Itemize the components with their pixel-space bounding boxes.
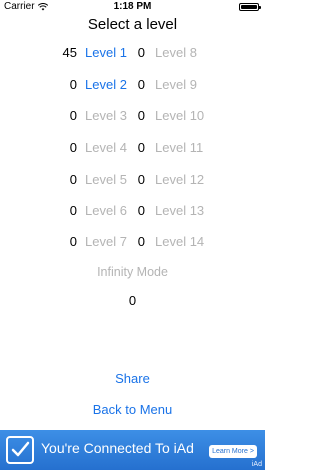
infinity-mode-score: 0	[128, 293, 137, 308]
level-3-button[interactable]: Level 3	[85, 108, 127, 123]
back-to-menu-button[interactable]: Back to Menu	[0, 402, 265, 417]
level-7-button[interactable]: Level 7	[85, 234, 127, 249]
level-row: 0 Level 4 0 Level 11	[0, 140, 265, 160]
level-14-button[interactable]: Level 14	[155, 234, 204, 249]
level-4-score: 0	[69, 140, 77, 155]
level-1-score: 45	[62, 45, 77, 60]
level-8-button[interactable]: Level 8	[155, 45, 197, 60]
iad-label: iAd	[251, 461, 262, 468]
level-8-score: 0	[137, 45, 145, 60]
level-5-button[interactable]: Level 5	[85, 172, 127, 187]
level-11-score: 0	[137, 140, 145, 155]
clock: 1:18 PM	[113, 1, 152, 12]
level-9-score: 0	[137, 77, 145, 92]
share-button[interactable]: Share	[0, 371, 265, 386]
level-12-button[interactable]: Level 12	[155, 172, 204, 187]
page-title: Select a level	[87, 16, 178, 33]
level-14-score: 0	[137, 234, 145, 249]
level-13-button[interactable]: Level 13	[155, 203, 204, 218]
level-10-button[interactable]: Level 10	[155, 108, 204, 123]
learn-more-button[interactable]: Learn More >	[209, 445, 257, 458]
level-row: 0 Level 2 0 Level 9	[0, 77, 265, 97]
level-12-score: 0	[137, 172, 145, 187]
level-1-button[interactable]: Level 1	[85, 45, 127, 60]
level-row: 45 Level 1 0 Level 8	[0, 45, 265, 65]
level-row: 0 Level 5 0 Level 12	[0, 172, 265, 192]
level-6-button[interactable]: Level 6	[85, 203, 127, 218]
status-bar: Carrier 1:18 PM	[0, 0, 265, 14]
level-6-score: 0	[69, 203, 77, 218]
battery-icon	[239, 3, 261, 11]
level-10-score: 0	[137, 108, 145, 123]
infinity-mode-button[interactable]: Infinity Mode	[0, 265, 265, 279]
level-4-button[interactable]: Level 4	[85, 140, 127, 155]
level-7-score: 0	[69, 234, 77, 249]
level-row: 0 Level 7 0 Level 14	[0, 234, 265, 254]
level-2-button[interactable]: Level 2	[85, 77, 127, 92]
level-13-score: 0	[137, 203, 145, 218]
level-2-score: 0	[69, 77, 77, 92]
iad-banner[interactable]: You're Connected To iAd Learn More > iAd	[0, 430, 265, 470]
level-9-button[interactable]: Level 9	[155, 77, 197, 92]
level-row: 0 Level 3 0 Level 10	[0, 108, 265, 128]
level-11-button[interactable]: Level 11	[155, 140, 203, 155]
ad-text: You're Connected To iAd	[41, 440, 194, 456]
level-5-score: 0	[69, 172, 77, 187]
level-row: 0 Level 6 0 Level 13	[0, 203, 265, 223]
checkmark-icon	[6, 436, 34, 464]
level-3-score: 0	[69, 108, 77, 123]
